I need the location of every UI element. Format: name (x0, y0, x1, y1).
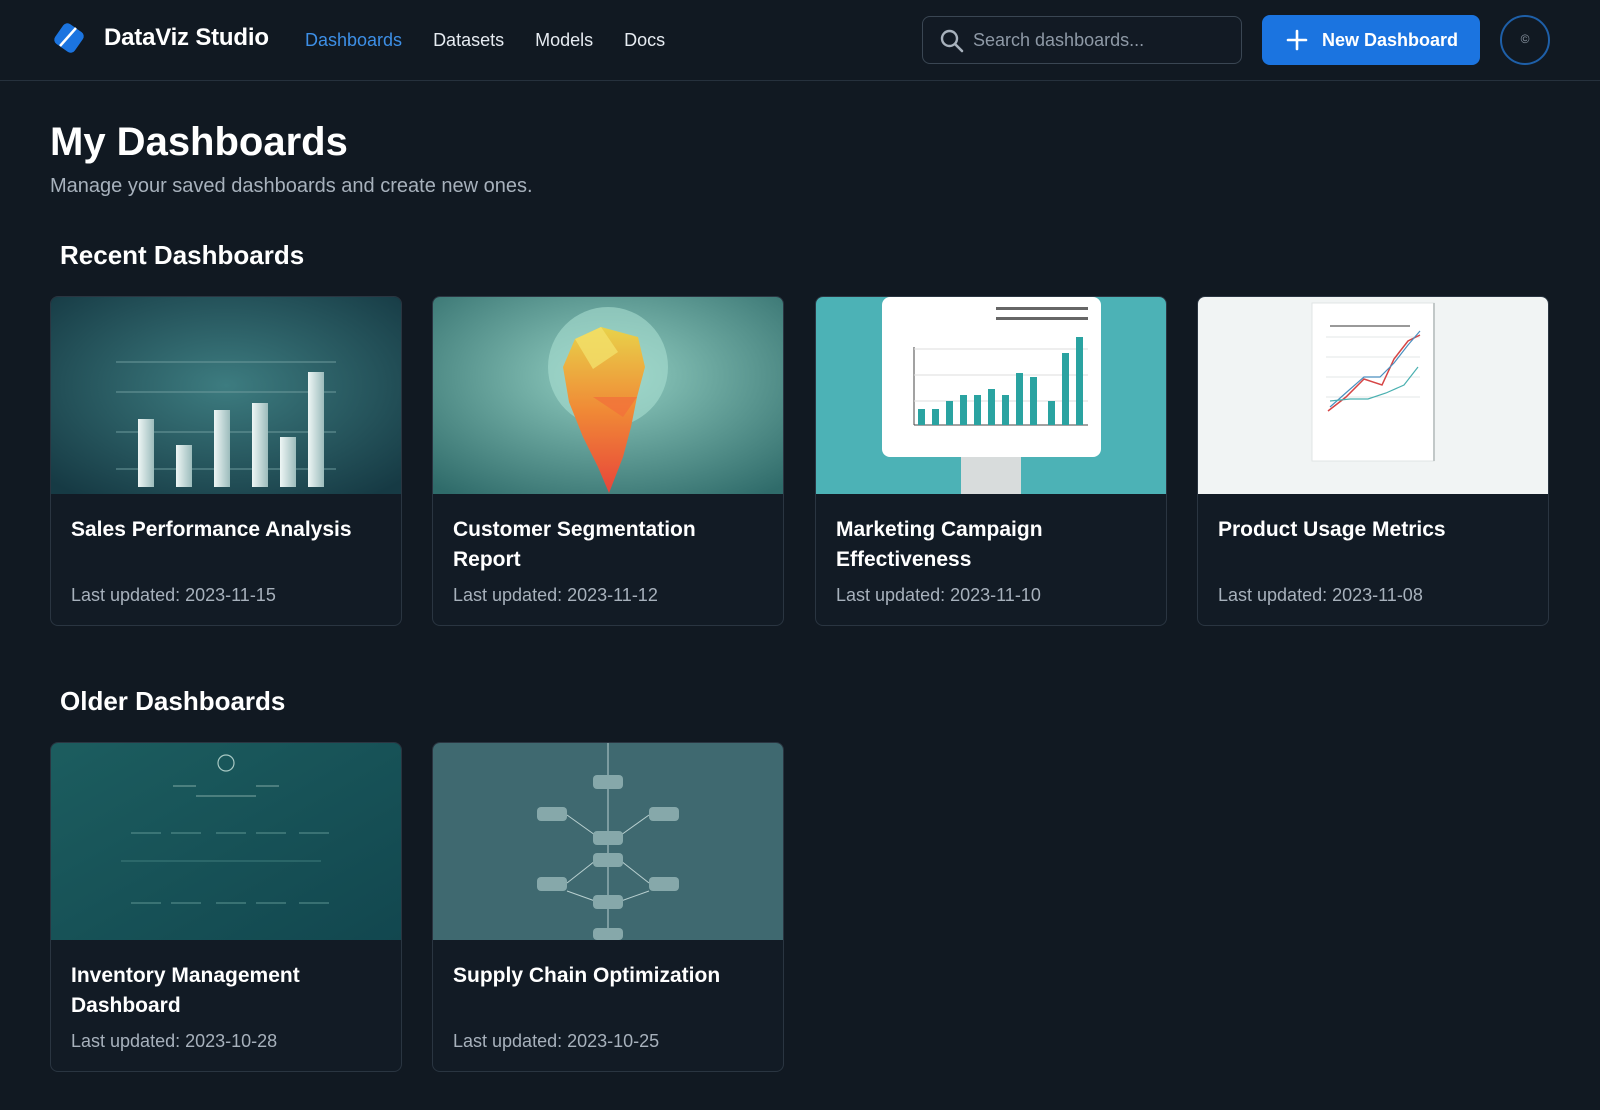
main-nav: Dashboards Datasets Models Docs (305, 28, 665, 52)
top-navigation-bar: DataViz Studio Dashboards Datasets Model… (0, 0, 1600, 81)
diamond-logo-icon[interactable] (50, 20, 88, 58)
dashboard-card-title: Inventory Management Dashboard (71, 964, 300, 1017)
dashboard-thumbnail (816, 297, 1166, 494)
nav-datasets[interactable]: Datasets (433, 28, 504, 52)
dashboard-card-inventory[interactable]: Inventory Management Dashboard Last upda… (50, 742, 402, 1072)
app-name[interactable]: DataViz Studio (104, 24, 269, 52)
dashboard-card-marketing-campaign[interactable]: Marketing Campaign Effectiveness Last up… (815, 296, 1167, 626)
dashboard-card-title: Customer Segmentation Report (453, 518, 696, 571)
dashboard-card-date: Last updated: 2023-10-25 (453, 1031, 660, 1051)
user-avatar[interactable]: © (1500, 15, 1550, 65)
dashboard-card-title: Supply Chain Optimization (453, 964, 721, 987)
dashboard-thumbnail (1198, 297, 1548, 494)
dashboard-card-date: Last updated: 2023-11-10 (836, 585, 1041, 605)
plus-icon (1286, 29, 1308, 51)
nav-models[interactable]: Models (535, 28, 593, 52)
section-title-recent: Recent Dashboards (60, 240, 305, 270)
dashboard-thumbnail (51, 297, 401, 494)
section-title-older: Older Dashboards (60, 686, 286, 716)
dashboard-card-date: Last updated: 2023-10-28 (71, 1031, 278, 1051)
dashboard-card-sales[interactable]: Sales Performance Analysis Last updated:… (50, 296, 402, 626)
dashboard-card-date: Last updated: 2023-11-12 (453, 585, 658, 605)
dashboard-card-customer-segmentation[interactable]: Customer Segmentation Report Last update… (432, 296, 784, 626)
dashboard-card-date: Last updated: 2023-11-15 (71, 585, 276, 605)
page-title: My Dashboards (50, 120, 348, 164)
dashboard-card-date: Last updated: 2023-11-08 (1218, 585, 1423, 605)
dashboard-card-product-usage[interactable]: Product Usage Metrics Last updated: 2023… (1197, 296, 1549, 626)
dashboard-thumbnail (51, 743, 401, 940)
new-dashboard-button[interactable]: New Dashboard (1262, 15, 1480, 65)
new-dashboard-label: New Dashboard (1322, 30, 1459, 50)
dashboard-card-title: Marketing Campaign Effectiveness (836, 518, 1043, 571)
search-input[interactable] (973, 17, 1233, 63)
dashboard-thumbnail (433, 743, 783, 940)
search-icon (940, 29, 964, 53)
dashboard-thumbnail (433, 297, 783, 494)
nav-dashboards[interactable]: Dashboards (305, 28, 402, 52)
dashboard-card-title: Sales Performance Analysis (71, 518, 352, 541)
search-box (922, 16, 1242, 64)
page-subtitle: Manage your saved dashboards and create … (50, 175, 533, 197)
nav-docs[interactable]: Docs (624, 28, 665, 52)
dashboard-card-title: Product Usage Metrics (1218, 518, 1446, 541)
dashboard-card-supply-chain[interactable]: Supply Chain Optimization Last updated: … (432, 742, 784, 1072)
